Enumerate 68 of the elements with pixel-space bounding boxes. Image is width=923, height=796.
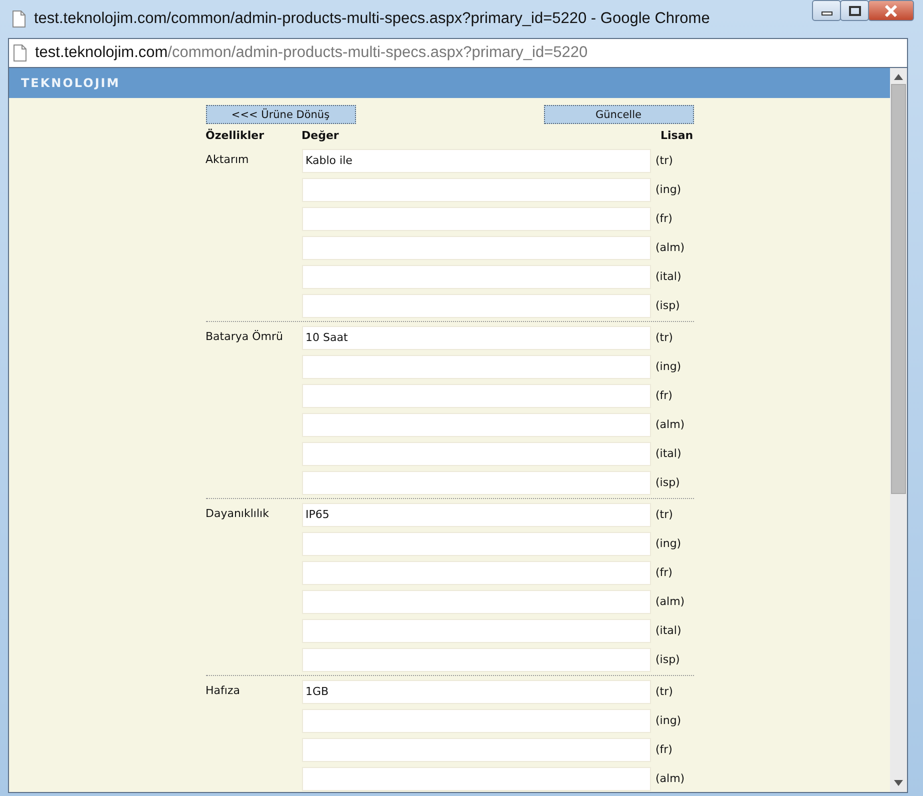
language-label: (ing) — [656, 537, 682, 550]
value-field[interactable]: IP65 — [302, 502, 650, 526]
address-bar[interactable]: test.teknolojim.com/common/admin-products-multi-specs.aspx?primary_id=5220 — [8, 38, 908, 68]
value-field[interactable] — [302, 384, 650, 408]
column-header: Özellikler — [206, 128, 265, 142]
language-label: (tr) — [656, 331, 673, 344]
close-icon — [884, 4, 898, 16]
language-label: (fr) — [656, 566, 672, 579]
value-field[interactable] — [302, 206, 650, 230]
value-field[interactable] — [302, 354, 650, 378]
value-field[interactable] — [302, 264, 650, 288]
language-label: (fr) — [656, 389, 672, 402]
language-label: (isp) — [656, 653, 680, 666]
url-text: test.teknolojim.com/common/admin-products-multi-specs.aspx?primary_id=5220 — [35, 44, 588, 62]
value-field[interactable] — [302, 412, 650, 436]
language-label: (ing) — [656, 360, 682, 373]
spec-name: Aktarım — [206, 152, 250, 166]
language-label: (ing) — [656, 183, 682, 196]
language-label: (ing) — [656, 714, 682, 727]
language-label: (fr) — [656, 743, 672, 756]
language-label: (alm) — [656, 418, 685, 431]
page-icon — [13, 44, 27, 62]
scroll-up-icon[interactable] — [894, 74, 903, 80]
spec-name: Dayanıklılık — [206, 506, 270, 520]
value-field[interactable] — [302, 470, 650, 494]
language-label: (tr) — [656, 685, 673, 698]
language-label: (fr) — [656, 212, 672, 225]
value-field[interactable] — [302, 560, 650, 584]
value-field[interactable] — [302, 738, 650, 762]
value-field[interactable] — [302, 442, 650, 466]
maximize-button[interactable] — [840, 0, 869, 21]
scroll-down-icon[interactable] — [894, 780, 903, 786]
value-field[interactable] — [302, 178, 650, 202]
value-field[interactable] — [302, 618, 650, 642]
value-field[interactable]: 10 Saat — [302, 326, 650, 350]
language-label: (isp) — [656, 476, 680, 489]
value-field[interactable]: Kablo ile — [302, 148, 650, 172]
language-label: (ital) — [656, 624, 682, 637]
value-field[interactable] — [302, 532, 650, 556]
scrollbar[interactable] — [890, 68, 907, 792]
spec-name: Hafıza — [206, 683, 241, 697]
close-button[interactable] — [868, 0, 914, 21]
minimize-button[interactable] — [812, 0, 841, 21]
value-field[interactable] — [302, 708, 650, 732]
back-button[interactable]: <<< Ürüne Dönüş — [206, 105, 356, 124]
language-label: (alm) — [656, 241, 685, 254]
language-label: (ital) — [656, 270, 682, 283]
value-field[interactable] — [302, 766, 650, 790]
value-field[interactable] — [302, 236, 650, 260]
value-field[interactable] — [302, 294, 650, 318]
value-field[interactable] — [302, 590, 650, 614]
language-label: (tr) — [656, 154, 673, 167]
column-header: Değer — [302, 128, 340, 142]
language-label: (alm) — [656, 772, 685, 785]
maximize-icon — [848, 6, 860, 16]
update-button[interactable]: Güncelle — [544, 105, 694, 124]
spec-name: Batarya Ömrü — [206, 329, 284, 343]
value-field[interactable]: 1GB — [302, 680, 650, 704]
logo: TEKNOLOJIM — [21, 76, 120, 90]
language-label: (tr) — [656, 508, 673, 521]
language-label: (ital) — [656, 447, 682, 460]
value-field[interactable] — [302, 648, 650, 672]
language-label: (isp) — [656, 299, 680, 312]
language-label: (alm) — [656, 595, 685, 608]
page-icon — [12, 10, 26, 28]
window-title: test.teknolojim.com/common/admin-products-multi-specs.aspx?primary_id=5220 - Google Chrome — [34, 10, 711, 28]
column-header: Lisan — [660, 128, 694, 142]
scroll-thumb[interactable] — [891, 84, 906, 494]
